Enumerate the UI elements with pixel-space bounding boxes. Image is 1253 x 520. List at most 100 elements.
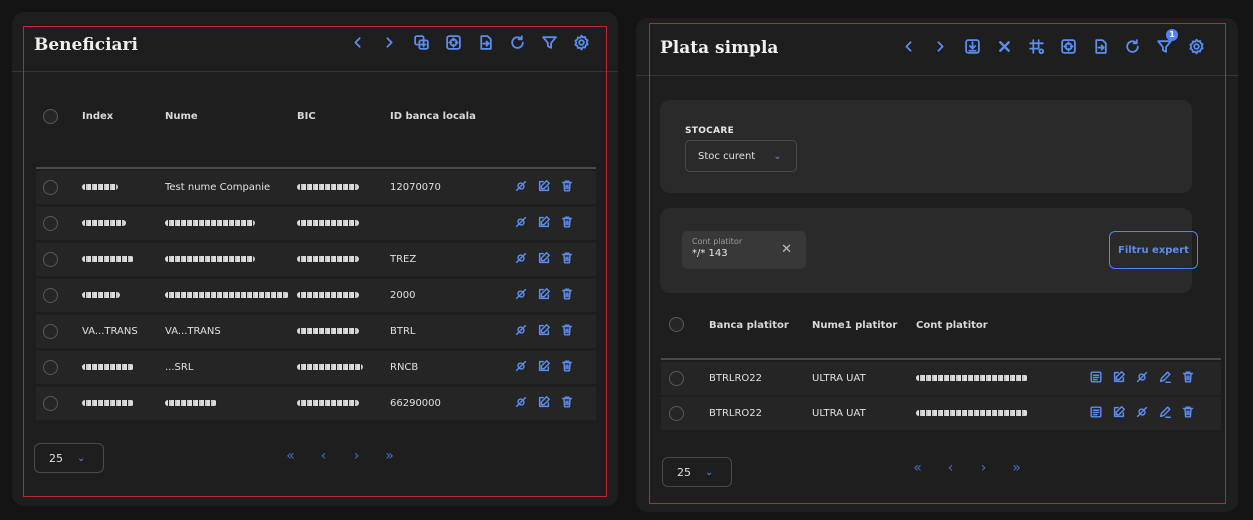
edit-icon[interactable] bbox=[537, 359, 551, 376]
column-header-cont-platitor[interactable]: Cont platitor bbox=[916, 320, 988, 331]
chevron-right-icon[interactable] bbox=[924, 36, 956, 56]
panel-title: Beneficiari bbox=[34, 35, 138, 55]
unlink-icon[interactable] bbox=[514, 323, 528, 340]
row-select-radio[interactable] bbox=[43, 252, 58, 267]
filter-icon[interactable]: 1 bbox=[1148, 29, 1180, 56]
edit-icon[interactable] bbox=[537, 251, 551, 268]
column-header-banca-platitor[interactable]: Banca platitor bbox=[709, 320, 789, 331]
details-icon[interactable] bbox=[1089, 405, 1103, 422]
row-select-radio[interactable] bbox=[43, 216, 58, 231]
edit-icon[interactable] bbox=[537, 215, 551, 232]
table-row[interactable] bbox=[36, 207, 596, 240]
edit-icon[interactable] bbox=[1112, 370, 1126, 387]
unlink-icon[interactable] bbox=[1135, 405, 1149, 422]
trash-icon[interactable] bbox=[560, 215, 574, 232]
row-select-radio[interactable] bbox=[43, 180, 58, 195]
settings-icon[interactable] bbox=[1180, 36, 1212, 56]
edit-icon[interactable] bbox=[537, 179, 551, 196]
trash-icon[interactable] bbox=[1181, 405, 1195, 422]
chip-clear-icon[interactable]: ✕ bbox=[781, 242, 792, 257]
row-select-radio[interactable] bbox=[43, 360, 58, 375]
prev-page-button[interactable]: ‹ bbox=[934, 460, 967, 476]
edit-icon[interactable] bbox=[1112, 405, 1126, 422]
filtru-expert-button[interactable]: Filtru expert bbox=[1109, 231, 1198, 269]
trash-icon[interactable] bbox=[560, 287, 574, 304]
select-all-radio[interactable] bbox=[669, 317, 684, 336]
chevron-down-icon: ⌄ bbox=[773, 150, 782, 162]
first-page-button[interactable]: « bbox=[274, 448, 307, 464]
filter-icon[interactable] bbox=[533, 32, 565, 52]
edit-icon[interactable] bbox=[537, 287, 551, 304]
row-actions bbox=[514, 323, 574, 340]
first-page-button[interactable]: « bbox=[901, 460, 934, 476]
table-row[interactable]: VA...TRANS VA...TRANS BTRL bbox=[36, 315, 596, 348]
row-select-radio[interactable] bbox=[43, 288, 58, 303]
row-select-radio[interactable] bbox=[669, 371, 684, 386]
last-page-button[interactable]: » bbox=[1000, 460, 1033, 476]
table-row[interactable]: BTRLRO22 ULTRA UAT bbox=[661, 397, 1221, 430]
table-row[interactable]: ...SRL RNCB bbox=[36, 351, 596, 384]
table-row[interactable]: 2000 bbox=[36, 279, 596, 312]
column-header-nume[interactable]: Nume bbox=[165, 111, 198, 122]
cell-bic bbox=[297, 290, 359, 301]
target-icon[interactable] bbox=[1052, 36, 1084, 56]
trash-icon[interactable] bbox=[560, 395, 574, 412]
redacted-text bbox=[165, 400, 217, 406]
row-actions bbox=[514, 251, 574, 268]
download-icon[interactable] bbox=[956, 36, 988, 56]
settings-icon[interactable] bbox=[565, 32, 597, 52]
column-header-id-banca-locala[interactable]: ID banca locala bbox=[390, 111, 476, 122]
pencil-icon[interactable] bbox=[1158, 370, 1172, 387]
unlink-icon[interactable] bbox=[514, 359, 528, 376]
table-row[interactable]: TREZ bbox=[36, 243, 596, 276]
redacted-text bbox=[82, 184, 118, 190]
cont-platitor-filter-chip[interactable]: Cont platitor */* 143 ✕ bbox=[682, 231, 806, 269]
row-select-radio[interactable] bbox=[43, 324, 58, 339]
cell-bic bbox=[297, 398, 359, 409]
cell-nume bbox=[165, 398, 217, 409]
select-all-radio[interactable] bbox=[43, 109, 58, 128]
unlink-icon[interactable] bbox=[514, 251, 528, 268]
page-size-select[interactable]: 25 ⌄ bbox=[34, 443, 104, 473]
unlink-icon[interactable] bbox=[1135, 370, 1149, 387]
edit-icon[interactable] bbox=[537, 395, 551, 412]
column-header-index[interactable]: Index bbox=[82, 111, 113, 122]
copy-add-icon[interactable] bbox=[405, 32, 437, 52]
last-page-button[interactable]: » bbox=[373, 448, 406, 464]
table-row[interactable]: 66290000 bbox=[36, 387, 596, 420]
refresh-icon[interactable] bbox=[1116, 36, 1148, 56]
file-export-icon[interactable] bbox=[469, 32, 501, 52]
refresh-icon[interactable] bbox=[501, 32, 533, 52]
next-page-button[interactable]: › bbox=[967, 460, 1000, 476]
header-separator bbox=[36, 167, 596, 169]
next-page-button[interactable]: › bbox=[340, 448, 373, 464]
row-select-radio[interactable] bbox=[669, 406, 684, 421]
close-icon[interactable] bbox=[988, 36, 1020, 56]
details-icon[interactable] bbox=[1089, 370, 1103, 387]
stocare-select[interactable]: Stoc curent ⌄ bbox=[685, 140, 797, 172]
chevron-left-icon[interactable] bbox=[341, 32, 373, 52]
target-icon[interactable] bbox=[437, 32, 469, 52]
row-select-radio[interactable] bbox=[43, 396, 58, 411]
file-export-icon[interactable] bbox=[1084, 36, 1116, 56]
trash-icon[interactable] bbox=[1181, 370, 1195, 387]
pencil-icon[interactable] bbox=[1158, 405, 1172, 422]
trash-icon[interactable] bbox=[560, 359, 574, 376]
unlink-icon[interactable] bbox=[514, 287, 528, 304]
unlink-icon[interactable] bbox=[514, 395, 528, 412]
unlink-icon[interactable] bbox=[514, 179, 528, 196]
column-header-bic[interactable]: BIC bbox=[297, 111, 316, 122]
grid-settings-icon[interactable] bbox=[1020, 36, 1052, 56]
trash-icon[interactable] bbox=[560, 323, 574, 340]
table-row[interactable]: Test nume Companie 12070070 bbox=[36, 171, 596, 204]
column-header-nume1-platitor[interactable]: Nume1 platitor bbox=[812, 320, 897, 331]
unlink-icon[interactable] bbox=[514, 215, 528, 232]
edit-icon[interactable] bbox=[537, 323, 551, 340]
trash-icon[interactable] bbox=[560, 251, 574, 268]
table-row[interactable]: BTRLRO22 ULTRA UAT bbox=[661, 362, 1221, 395]
chevron-right-icon[interactable] bbox=[373, 32, 405, 52]
trash-icon[interactable] bbox=[560, 179, 574, 196]
prev-page-button[interactable]: ‹ bbox=[307, 448, 340, 464]
chevron-left-icon[interactable] bbox=[892, 36, 924, 56]
page-size-select[interactable]: 25 ⌄ bbox=[662, 457, 732, 487]
